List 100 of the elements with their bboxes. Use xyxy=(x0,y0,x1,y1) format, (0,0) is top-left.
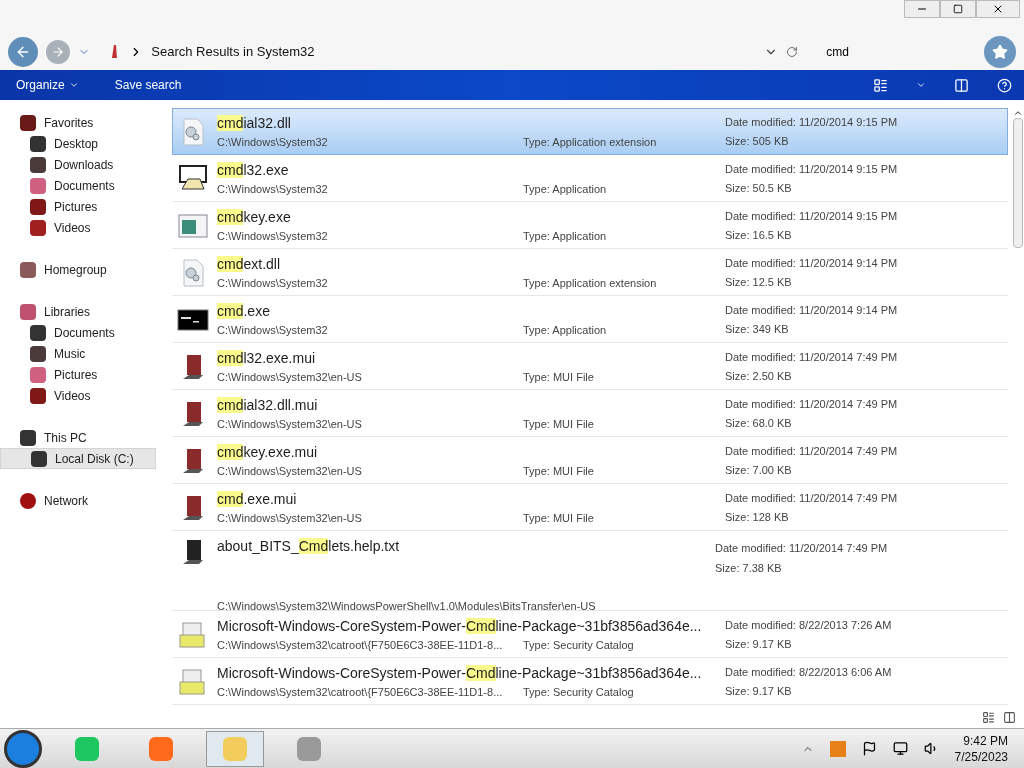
file-size: Size: 9.17 KB xyxy=(725,637,793,652)
search-field[interactable]: cmd xyxy=(826,43,977,61)
sidebar-item[interactable]: Libraries xyxy=(0,301,156,322)
file-path: C:\Windows\System32 xyxy=(217,275,329,291)
file-type: Type: Security Catalog xyxy=(523,684,635,700)
back-button[interactable] xyxy=(8,37,38,67)
sidebar-item[interactable]: Pictures xyxy=(0,196,156,217)
close-icon xyxy=(992,3,1004,15)
toolbar-button[interactable]: Save search xyxy=(110,70,186,100)
file-type: Type: MUI File xyxy=(523,510,595,526)
file-type: Type: Application extension xyxy=(523,275,658,291)
file-size: Size: 68.0 KB xyxy=(725,416,793,431)
file-size: Size: 7.00 KB xyxy=(725,463,793,478)
file-size: Size: 505 KB xyxy=(725,134,790,149)
date-modified: Date modified: 11/20/2014 7:49 PM xyxy=(725,490,898,506)
file-type: Type: MUI File xyxy=(523,463,595,479)
file-type: Type: Application xyxy=(523,228,608,244)
file-path: C:\Windows\System32\catroot\{F750E6C3-38EE-11D1-8... xyxy=(217,637,504,653)
sidebar-item[interactable]: Homegroup xyxy=(0,259,156,280)
result-row[interactable]: cmdial32.dll C:\Windows\System32 Type: Application extension Date modified: 11/20/2014 9:15 PM Size: 505 KB xyxy=(172,108,1008,155)
tiles-view-icon[interactable] xyxy=(1003,711,1016,724)
toolbar-button[interactable]: Organize xyxy=(12,70,83,100)
file-type: Type: Application xyxy=(523,181,608,197)
restore-button[interactable] xyxy=(940,0,976,18)
sidebar-item[interactable]: Favorites xyxy=(0,112,156,133)
sidebar-item[interactable]: Pictures xyxy=(0,364,156,385)
sidebar-item[interactable]: Documents xyxy=(0,322,156,343)
file-name[interactable]: cmdl32.exe xyxy=(217,159,289,181)
result-row[interactable]: cmdl32.exe.mui C:\Windows\System32\en-US Type: MUI File Date modified: 11/20/2014 7:49 PM Size: 2.50 KB xyxy=(172,343,1008,390)
result-row[interactable]: cmdl32.exe C:\Windows\System32 Type: Application Date modified: 11/20/2014 9:15 PM Size: 50.5 KB xyxy=(172,155,1008,202)
file-path: C:\Windows\System32 xyxy=(217,134,329,150)
tray-app-icon[interactable] xyxy=(829,740,846,757)
file-name[interactable]: cmdial32.dll xyxy=(217,112,291,134)
date-modified: Date modified: 11/20/2014 9:15 PM xyxy=(725,161,898,177)
file-size: Size: 50.5 KB xyxy=(725,181,793,196)
file-name[interactable]: cmdial32.dll.mui xyxy=(217,394,318,416)
file-path: C:\Windows\System32\en-US xyxy=(217,463,363,479)
result-row[interactable]: cmdkey.exe.mui C:\Windows\System32\en-US Type: MUI File Date modified: 11/20/2014 7:49 PM Size: 7.00 KB xyxy=(172,437,1008,484)
file-name[interactable]: cmdkey.exe.mui xyxy=(217,441,318,463)
address-location[interactable]: Search Results in System32 xyxy=(151,42,757,62)
sidebar-item[interactable]: Music xyxy=(0,343,156,364)
sidebar-item[interactable]: Downloads xyxy=(0,154,156,175)
minimize-button[interactable] xyxy=(904,0,940,18)
file-path: C:\Windows\System32 xyxy=(217,322,329,338)
sidebar-item[interactable]: This PC xyxy=(0,427,156,448)
sidebar-item[interactable]: Videos xyxy=(0,217,156,238)
date-modified: Date modified: 11/20/2014 9:15 PM xyxy=(725,208,898,224)
file-path: C:\Windows\System32\catroot\{F750E6C3-38EE-11D1-8... xyxy=(217,684,504,700)
file-path: C:\Windows\System32 xyxy=(217,181,329,197)
view-dropdown-icon[interactable] xyxy=(916,80,926,90)
details-view-icon[interactable] xyxy=(982,711,995,724)
refresh-icon[interactable] xyxy=(786,46,799,58)
star-button[interactable] xyxy=(984,36,1016,68)
date-modified: Date modified: 11/20/2014 9:14 PM xyxy=(725,255,898,271)
file-size: Size: 9.17 KB xyxy=(725,684,793,699)
result-row[interactable]: cmd.exe C:\Windows\System32 Type: Application Date modified: 11/20/2014 9:14 PM Size: 349 KB xyxy=(172,296,1008,343)
help-icon[interactable] xyxy=(997,77,1012,93)
flag-icon[interactable] xyxy=(861,741,877,756)
sidebar-item[interactable]: Desktop xyxy=(0,133,156,154)
file-name[interactable]: cmdl32.exe.mui xyxy=(217,347,316,369)
result-row[interactable]: Microsoft-Windows-CoreSystem-Power-Cmdline-Package~31bf3856ad364e... C:\Windows\System32\catroot\{F750E6C3-38EE-11D1-8... Type: Security Catalog Date modified: 8/22/2013 7:26 AM Size: 9.17 KB xyxy=(172,611,1008,658)
file-name[interactable]: Microsoft-Windows-CoreSystem-Power-Cmdline-Package~31bf3856ad364e... xyxy=(217,662,702,684)
file-type: Type: Application xyxy=(523,322,608,338)
scrollbar-thumb[interactable] xyxy=(1013,118,1023,248)
preview-pane-icon[interactable] xyxy=(954,77,969,93)
result-row[interactable]: cmdial32.dll.mui C:\Windows\System32\en-US Type: MUI File Date modified: 11/20/2014 7:49 PM Size: 68.0 KB xyxy=(172,390,1008,437)
file-name[interactable]: cmdkey.exe xyxy=(217,206,291,228)
file-path: C:\Windows\System32\en-US xyxy=(217,510,363,526)
view-options-icon[interactable] xyxy=(873,77,888,93)
sidebar-item[interactable]: Local Disk (C:) xyxy=(0,448,156,469)
file-name[interactable]: cmdext.dll xyxy=(217,253,281,275)
file-name[interactable]: about_BITS_Cmdlets.help.txt xyxy=(217,536,707,576)
result-row[interactable]: cmdkey.exe C:\Windows\System32 Type: Application Date modified: 11/20/2014 9:15 PM Size: 16.5 KB xyxy=(172,202,1008,249)
result-row[interactable]: about_BITS_Cmdlets.help.txt Date modified: 11/20/2014 7:49 PM Size: 7.38 KB C:\Windows\System32\WindowsPowerShell\v1.0\Modules\BitsTransfer\en-US xyxy=(172,531,1008,611)
network-icon[interactable] xyxy=(892,741,908,756)
date-modified: Date modified: 11/20/2014 7:49 PM xyxy=(725,349,898,365)
scroll-up-icon[interactable] xyxy=(1013,108,1023,118)
date-modified: Date modified: 8/22/2013 6:06 AM xyxy=(725,664,892,680)
caret-icon xyxy=(68,80,79,90)
result-row[interactable]: Microsoft-Windows-CoreSystem-Power-Cmdline-Package~31bf3856ad364e... C:\Windows\System32\catroot\{F750E6C3-38EE-11D1-8... Type: Security Catalog Date modified: 8/22/2013 6:06 AM Size: 9.17 KB xyxy=(172,658,1008,705)
file-name[interactable]: cmd.exe.mui xyxy=(217,488,297,510)
file-name[interactable]: cmd.exe xyxy=(217,300,270,322)
file-type: Type: MUI File xyxy=(523,416,595,432)
result-row[interactable]: cmd.exe.mui C:\Windows\System32\en-US Type: MUI File Date modified: 11/20/2014 7:49 PM Size: 128 KB xyxy=(172,484,1008,531)
date-modified: Date modified: 11/20/2014 7:49 PM xyxy=(715,541,888,556)
file-type: Type: Security Catalog xyxy=(523,637,635,653)
star-icon xyxy=(992,44,1009,60)
start-button[interactable] xyxy=(4,729,42,768)
sidebar-item[interactable]: Documents xyxy=(0,175,156,196)
file-name[interactable]: Microsoft-Windows-CoreSystem-Power-Cmdline-Package~31bf3856ad364e... xyxy=(217,615,702,637)
sidebar-item[interactable]: Videos xyxy=(0,385,156,406)
result-row[interactable]: cmdext.dll C:\Windows\System32 Type: Application extension Date modified: 11/20/2014 9:14 PM Size: 12.5 KB xyxy=(172,249,1008,296)
file-size: Size: 12.5 KB xyxy=(725,275,793,290)
taskbar-app[interactable] xyxy=(206,730,264,767)
clock[interactable]: 9:42 PM 7/25/2023 xyxy=(954,732,1020,765)
file-path: C:\Windows\System32\en-US xyxy=(217,369,363,385)
file-size: Size: 349 KB xyxy=(725,322,790,337)
date-modified: Date modified: 11/20/2014 9:14 PM xyxy=(725,302,898,318)
date-modified: Date modified: 8/22/2013 7:26 AM xyxy=(725,617,892,633)
sidebar-item[interactable]: Network xyxy=(0,490,156,511)
